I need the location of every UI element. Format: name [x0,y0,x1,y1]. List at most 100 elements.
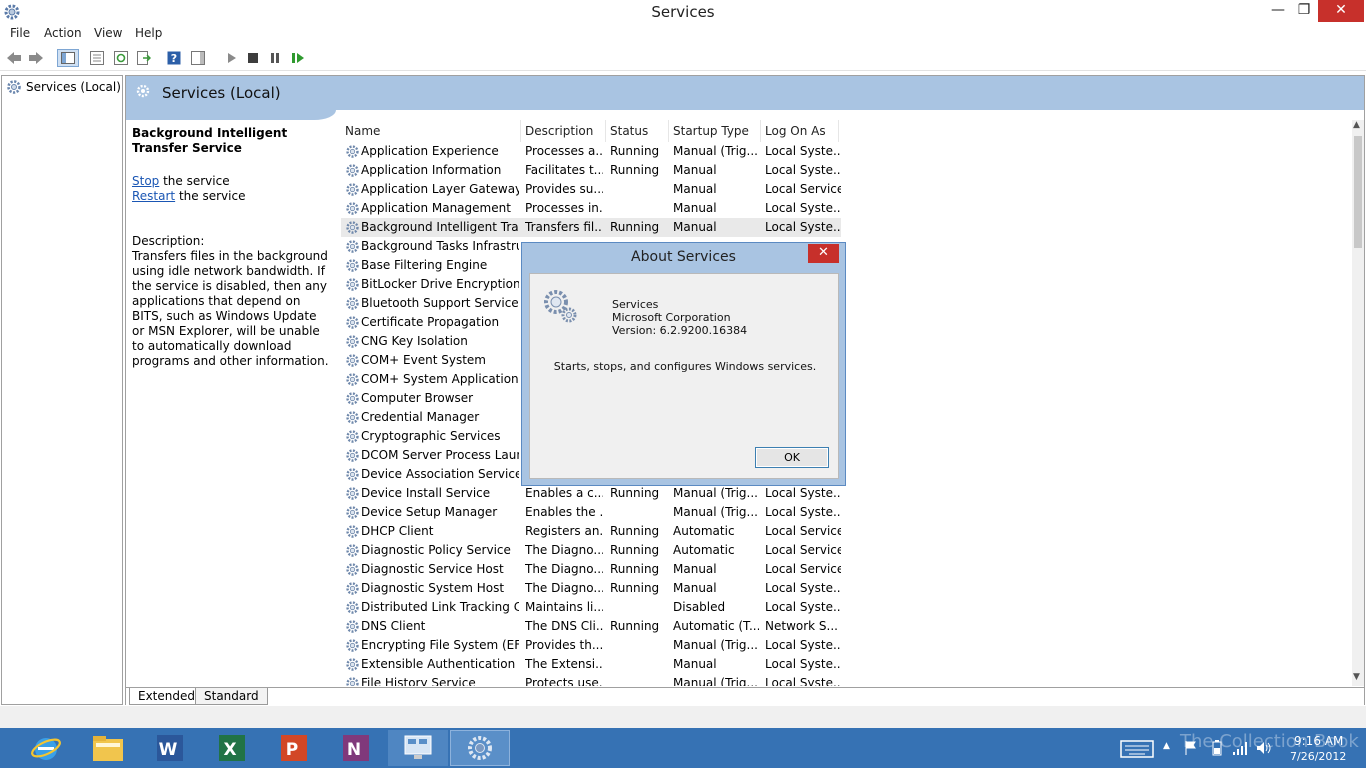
table-row[interactable]: Diagnostic Policy Service The Diagno... Ru… [341,541,841,560]
cell-startup: Manual [673,220,717,234]
taskbar-internet-explorer[interactable] [16,730,76,766]
close-icon: ✕ [818,245,829,260]
table-row[interactable]: Application Layer Gateway ... Provides su… [341,180,841,199]
table-row[interactable]: Diagnostic Service Host The Diagno... Runn… [341,560,841,579]
stop-link[interactable]: Stop [132,174,159,188]
column-header-status[interactable]: Status [606,120,669,142]
touch-keyboard-icon[interactable] [1120,736,1156,760]
taskbar-file-explorer[interactable] [78,730,138,766]
properties-icon[interactable] [88,49,106,67]
cell-startup: Manual [673,182,717,196]
file-explorer-icon [93,736,123,761]
taskbar-word[interactable]: W [140,730,200,766]
dialog-body: Services Microsoft Corporation Version: … [529,273,839,479]
taskbar-onenote[interactable]: N [326,730,386,766]
clock-date[interactable]: 7/26/2012 [1290,750,1346,763]
column-header-log-on-as[interactable]: Log On As [761,120,839,142]
taskbar-excel[interactable]: X [202,730,262,766]
cell-status: Running [610,220,660,234]
description-label: Description: [132,234,205,248]
menu-action[interactable]: Action [44,26,82,40]
minimize-button[interactable]: — [1266,0,1290,22]
column-header-startup-type[interactable]: Startup Type [669,120,761,142]
table-row[interactable]: Background Intelligent Tran... Transfers … [341,218,841,237]
tree-node-services-local[interactable]: Services (Local) [6,78,121,96]
volume-icon[interactable] [1256,740,1272,756]
window-title: Services [651,3,715,21]
product-name: Services [612,298,659,311]
table-row[interactable]: Device Install Service Enables a c... Runn… [341,484,841,503]
company-name: Microsoft Corporation [612,311,731,324]
column-header-name-label: Name [345,124,381,138]
word-icon: W [157,735,183,761]
cell-logon: Local Syste... [765,144,841,158]
back-arrow-icon[interactable] [5,49,23,67]
menu-file[interactable]: File [10,26,30,40]
table-row[interactable]: DNS Client The DNS Cli... Running Automatic… [341,617,841,636]
tab-extended[interactable]: Extended [129,688,204,705]
table-row[interactable]: File History Service Protects use... Manua… [341,674,841,686]
start-service-icon[interactable] [222,49,240,67]
action-center-flag-icon[interactable] [1184,740,1198,756]
scrollbar-thumb[interactable] [1354,136,1362,248]
cell-logon: Local Service [765,182,841,196]
scroll-down-icon[interactable]: ▼ [1353,672,1360,682]
show-hide-console-tree-icon[interactable] [57,49,79,67]
resume-service-icon[interactable] [289,49,307,67]
table-row[interactable]: Application Information Facilitates t... R… [341,161,841,180]
scroll-up-icon[interactable]: ▲ [1353,120,1360,130]
close-button[interactable]: ✕ [1318,0,1364,22]
cell-name: Certificate Propagation [361,315,500,329]
clock-time[interactable]: 9:16 AM [1294,734,1343,748]
table-row[interactable]: Application Management Processes in... Man… [341,199,841,218]
column-header-description[interactable]: Description [521,120,606,142]
service-gear-icon [346,411,359,424]
table-row[interactable]: Diagnostic System Host The Diagno... Runni… [341,579,841,598]
table-row[interactable]: Distributed Link Tracking Cl... Maintains… [341,598,841,617]
cell-status: Running [610,486,660,500]
cell-name: Application Layer Gateway ... [361,182,519,196]
menu-help[interactable]: Help [135,26,162,40]
cell-description: Enables a c... [525,486,603,500]
cell-description: Registers an... [525,524,603,538]
cell-logon: Local Service [765,524,841,538]
service-gear-icon [346,430,359,443]
column-header-name[interactable]: Name ^ [341,120,521,142]
table-row[interactable]: Device Setup Manager Enables the ... Manua… [341,503,841,522]
taskbar-remote-desktop[interactable] [388,730,448,766]
battery-icon[interactable] [1212,740,1222,756]
table-row[interactable]: DHCP Client Registers an... Running Automat… [341,522,841,541]
dialog-close-button[interactable]: ✕ [808,244,839,263]
pause-service-icon[interactable] [266,49,284,67]
cell-name: Application Management [361,201,511,215]
forward-arrow-icon[interactable] [27,49,45,67]
search-gear-icon [136,84,150,98]
table-row[interactable]: Encrypting File System (EFS) Provides th.… [341,636,841,655]
vertical-scrollbar[interactable]: ▲ ▼ [1352,120,1364,686]
cell-status: Running [610,524,660,538]
services-icon [468,736,492,760]
restore-button[interactable]: ❐ [1292,0,1316,22]
taskbar-powerpoint[interactable]: P [264,730,324,766]
refresh-icon[interactable] [112,49,130,67]
cell-description: The DNS Cli... [525,619,603,633]
taskbar-services[interactable] [450,730,510,766]
export-list-icon[interactable] [135,49,153,67]
restart-link[interactable]: Restart [132,189,175,203]
show-hidden-icons-icon[interactable]: ▲ [1163,741,1170,751]
cell-name: File History Service [361,676,476,686]
cell-status: Running [610,562,660,576]
stop-service-icon[interactable] [244,49,262,67]
service-gear-icon [346,202,359,215]
internet-explorer-icon [31,738,61,760]
network-signal-icon[interactable] [1232,740,1248,756]
table-row[interactable]: Extensible Authentication P... The Extens… [341,655,841,674]
tab-standard[interactable]: Standard [195,688,268,705]
table-row[interactable]: Application Experience Processes a... Runn… [341,142,841,161]
service-gear-icon [346,639,359,652]
show-hide-action-pane-icon[interactable] [189,49,207,67]
help-icon[interactable]: ? [165,49,183,67]
ok-button[interactable]: OK [755,447,829,468]
menu-view[interactable]: View [94,26,122,40]
cell-name: Bluetooth Support Service [361,296,519,310]
